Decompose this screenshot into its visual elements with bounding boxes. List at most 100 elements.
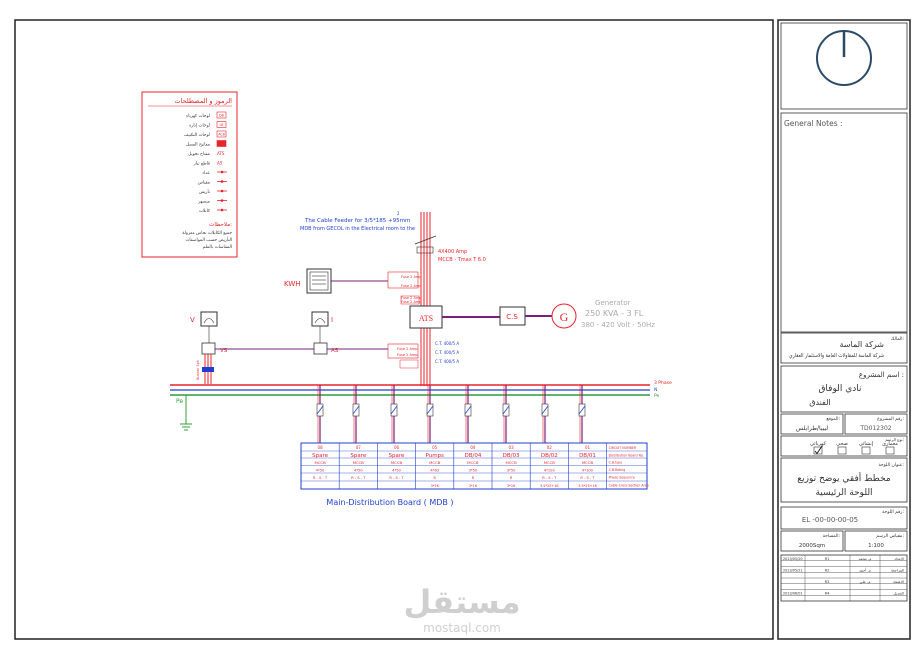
project-label: اسم المشروع : — [859, 371, 904, 379]
circuit-breaker-rating: 3*50 — [507, 469, 516, 473]
circuit-breaker-type: MCCB — [353, 460, 365, 465]
legend-item-label: مقياس — [198, 181, 210, 186]
ct-label-3: C.T. 400/5 A — [435, 359, 459, 364]
generator-voltage: 380 - 420 Volt - 50Hz — [581, 321, 655, 329]
rev-row-label: المراجعة — [891, 569, 904, 573]
project-name-1: نادي الوفاق — [818, 384, 861, 394]
circuit-number: 01 — [585, 445, 591, 450]
circuit-board-name: Pumps — [425, 453, 444, 459]
watermark: مستقل mostaql.com — [403, 583, 520, 635]
client-name: شركة الماسة للمقاولات العامة والاستثمار … — [789, 352, 884, 359]
legend-symbol-dot — [220, 208, 224, 212]
drawing-no-value: EL -00-00-00-05 — [802, 516, 858, 524]
generator-rating: 250 KVA - 3 FL — [585, 309, 644, 318]
circuit-breaker-type: MCCB — [315, 460, 327, 465]
table-row-label: C.B.Rating — [609, 468, 626, 472]
cable-note-line2: MDB from GECOL in the Electrical room to… — [300, 226, 415, 232]
main-breaker-symbol — [416, 246, 434, 254]
legend-note-2: التأريض حسب المواصفات — [185, 236, 232, 243]
circuit-phase: R - S - T — [313, 476, 328, 480]
voltmeter — [200, 311, 218, 327]
legend-item-label: لوحات إنارة — [189, 124, 210, 129]
circuit-breaker-type: MCCB — [391, 460, 403, 465]
circuit-breaker-rating: 4*50 — [316, 469, 325, 473]
ct-fuse-2: Fuse 2 Amp — [397, 353, 418, 357]
mdb-title: Main-Distribution Board ( MDB ) — [326, 498, 453, 507]
legend-symbol-text: AS — [217, 161, 223, 166]
table-row-label: Distribution Board No. — [609, 454, 644, 458]
main-breaker-type: MCCB - Tmax T 6.0 — [438, 257, 486, 263]
rev-date: 2023/06/01 — [783, 592, 803, 596]
discipline-checkbox[interactable] — [837, 446, 847, 455]
drawing-title-2: اللوحة الرئيسية — [815, 488, 872, 498]
ats-label: ATS — [419, 314, 433, 323]
scale-label: مقياس الرسم: — [876, 534, 904, 539]
circuit-number: 02 — [547, 445, 553, 450]
legend-symbol-text: ATS — [217, 151, 225, 156]
legend-item-label: مفاتيح الفصل — [186, 143, 210, 148]
rev-code: R2 — [825, 569, 830, 573]
drawing-no-label: رقم اللوحة: — [882, 510, 904, 515]
circuit-breaker-rating: 4*100 — [544, 469, 556, 473]
circuit-schedule: 08SpareMCCB4*50R - S - T07SpareMCCB4*50R… — [300, 442, 649, 490]
area-value: 2000Sqm — [799, 543, 825, 549]
circuit-cable: 3*16 — [431, 484, 439, 488]
circuit-board-name: DB/01 — [579, 453, 596, 459]
bus-label-3phase: 3 Phase — [654, 380, 672, 386]
legend-item-label: لوحات كهرباء — [186, 113, 210, 119]
legend-note-1: جميع الكابلات نحاس معزولة — [182, 230, 232, 236]
legend-symbol-text: DB — [219, 114, 224, 118]
discipline-checkbox[interactable] — [861, 446, 871, 455]
kwh-meter — [306, 268, 332, 294]
title-block: General Notes : المالك: شركة الماسة شركة… — [780, 22, 908, 602]
bus-label-pe: Pe — [654, 393, 660, 399]
circuit-number: 05 — [432, 445, 438, 450]
rev-row-label: التعديل — [893, 592, 904, 596]
circuit-phase: R - S - T — [542, 476, 557, 480]
main-breaker-rating: 4X400 Amp — [438, 249, 467, 255]
legend-notes-title: ملاحظات: — [209, 222, 232, 228]
discipline-name: إنشائي — [859, 441, 874, 447]
voltmeter-label: V — [190, 316, 195, 324]
kwh-fuse-2: Fuse 2 Amp — [401, 284, 422, 288]
circuit-breaker-rating: 4*63 — [430, 469, 439, 473]
generator-title: Generator — [595, 299, 631, 307]
rev-code: R4 — [825, 592, 830, 596]
legend-symbol-dot — [220, 170, 224, 174]
circuit-cable: 3*16 — [507, 484, 515, 488]
circuit-breaker-type: MCCB — [429, 460, 441, 465]
table-row-label: Phase Sequence — [609, 476, 635, 480]
drawing-title-1: مخطط أفقي يوضح توزيع — [797, 472, 891, 484]
project-no-value: TD012302 — [859, 425, 891, 432]
ammeter-selector — [313, 342, 328, 355]
table-row-label: Cable Cross Section Area — [609, 484, 649, 488]
legend-symbol — [216, 140, 227, 147]
ct-label-1: C.T. 400/5 A — [435, 341, 459, 346]
circuit-cable: 3.5*25+16 — [578, 484, 597, 488]
circuit-breaker-type: MCCB — [544, 460, 556, 465]
scale-value: 1:100 — [868, 543, 884, 549]
legend-item-label: كابلات — [199, 208, 211, 214]
rev-row-label: الاعتماد — [893, 580, 904, 584]
project-no-label: رقم المشروع: — [877, 417, 904, 422]
incoming-feeder: The Cable Feeder for 3/5*185 +95mm 2 MDB… — [190, 211, 655, 386]
area-label: المساحة: — [823, 534, 840, 539]
legend-symbol-text: ACB — [218, 133, 225, 137]
ats-fuse-2: Fuse 2 Amp — [401, 300, 422, 304]
discipline-checkbox[interactable] — [885, 446, 895, 455]
project-name-2: الفندق — [809, 398, 831, 407]
generator-g: G — [560, 310, 569, 324]
circuit-number: 06 — [394, 445, 400, 450]
watermark-ar: مستقل — [403, 583, 520, 621]
circuit-breaker-rating: 4*50 — [354, 469, 363, 473]
kwh-label: KWH — [284, 280, 301, 288]
rev-code: R3 — [825, 580, 830, 584]
busbars: 3 Phase N Pe Pe — [170, 380, 672, 431]
discipline-name: كهربائي — [810, 441, 827, 447]
circuit-board-name: Spare — [312, 453, 328, 459]
legend-symbol-dot — [220, 199, 224, 202]
circuit-phase: R - S - T — [351, 476, 366, 480]
circuit-number: 03 — [509, 445, 515, 450]
ammeter — [311, 311, 329, 327]
outgoing-circuits — [316, 385, 586, 443]
